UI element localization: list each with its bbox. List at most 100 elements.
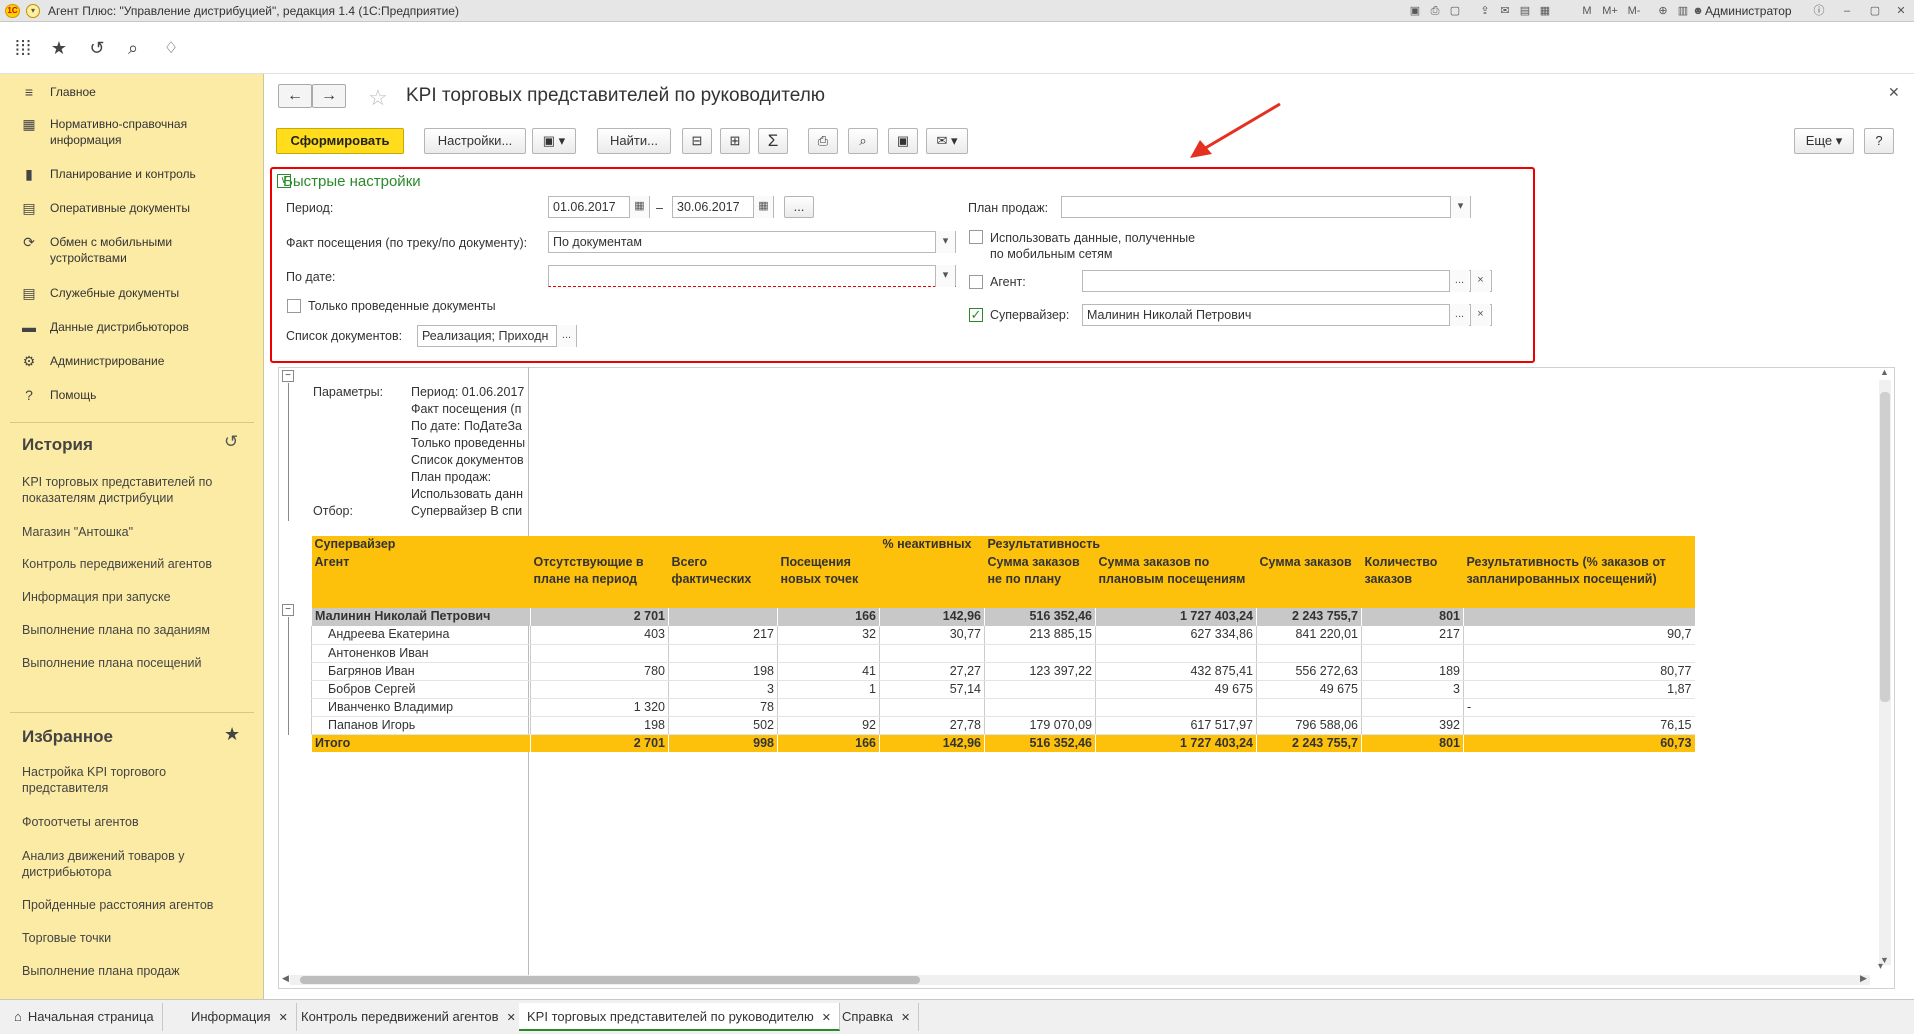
- memory-mplus-icon[interactable]: M+: [1600, 4, 1620, 18]
- forward-button[interactable]: →: [312, 84, 346, 108]
- chevron-down-icon[interactable]: ▾: [935, 265, 955, 287]
- collapse-icon[interactable]: ⊟: [682, 128, 712, 154]
- mail-icon[interactable]: ✉: [1498, 4, 1512, 18]
- history-link[interactable]: KPI торговых представителей по показател…: [22, 474, 242, 506]
- agent-select-button[interactable]: ...: [1449, 270, 1469, 292]
- tab-close-icon[interactable]: ✕: [901, 1012, 910, 1024]
- tab-close-icon[interactable]: ✕: [822, 1012, 831, 1024]
- search-icon[interactable]: ⌕: [120, 38, 146, 59]
- maximize-icon[interactable]: ▢: [1868, 4, 1882, 18]
- group-row[interactable]: Малинин Николай Петрович 2 701 166 142,96 51…: [311, 608, 1695, 626]
- generate-button[interactable]: Сформировать: [276, 128, 404, 154]
- visit-fact-select[interactable]: По документам: [548, 231, 956, 253]
- table-row[interactable]: Папанов Игорь 198 502 92 27,78 179 070,09 617 …: [311, 716, 1695, 735]
- app-logo-icon[interactable]: 1C: [5, 4, 20, 18]
- find-button[interactable]: Найти...: [597, 128, 671, 154]
- supervisor-input[interactable]: Малинин Николай Петрович: [1082, 304, 1492, 326]
- calendar-from-icon[interactable]: ▦: [629, 196, 649, 218]
- history-link[interactable]: Выполнение плана по заданиям: [22, 622, 242, 638]
- favorite-link[interactable]: Выполнение плана продаж: [22, 963, 242, 979]
- by-date-select[interactable]: [548, 265, 956, 287]
- minimize-icon[interactable]: –: [1840, 4, 1854, 18]
- user-name[interactable]: Администратор: [1705, 4, 1792, 18]
- variants-button[interactable]: ▣ ▾: [532, 128, 576, 154]
- calendar-to-icon[interactable]: ▦: [753, 196, 773, 218]
- favorite-link[interactable]: Пройденные расстояния агентов: [22, 897, 242, 913]
- zoom-icon[interactable]: ⊕: [1656, 4, 1670, 18]
- print-icon[interactable]: ⎙: [1428, 4, 1442, 18]
- tab-0[interactable]: ⌂ Начальная страница: [6, 1003, 163, 1031]
- favorites-star-icon[interactable]: ★: [224, 724, 240, 745]
- save-button-icon[interactable]: ▣: [888, 128, 918, 154]
- tab-1[interactable]: Информация ✕: [183, 1003, 297, 1031]
- preview-button-icon[interactable]: ⌕: [848, 128, 878, 154]
- scroll-left-icon[interactable]: ◀: [282, 973, 289, 984]
- only-posted-checkbox[interactable]: [287, 299, 301, 313]
- scroll-end-icon[interactable]: ▾: [1878, 961, 1883, 972]
- expand-icon[interactable]: ⊞: [720, 128, 750, 154]
- preview-icon[interactable]: ▢: [1448, 4, 1462, 18]
- agent-clear-icon[interactable]: ×: [1470, 270, 1490, 292]
- table-row[interactable]: Иванченко Владимир 1 320 78 -: [311, 698, 1695, 717]
- memory-mminus-icon[interactable]: M-: [1624, 4, 1644, 18]
- supervisor-checkbox[interactable]: ✓: [969, 308, 983, 322]
- supervisor-clear-icon[interactable]: ×: [1470, 304, 1490, 326]
- chevron-down-icon[interactable]: ▾: [1450, 196, 1470, 218]
- app-menu-dropdown-icon[interactable]: ▾: [26, 4, 40, 18]
- save-icon[interactable]: ▣: [1408, 4, 1422, 18]
- memory-m-icon[interactable]: M: [1580, 4, 1594, 18]
- agent-checkbox[interactable]: [969, 275, 983, 289]
- sum-icon[interactable]: Σ: [758, 128, 788, 154]
- panel-icon[interactable]: ▥: [1676, 4, 1690, 18]
- close-form-icon[interactable]: ✕: [1888, 84, 1900, 101]
- back-button[interactable]: ←: [278, 84, 312, 108]
- favorite-link[interactable]: Торговые точки: [22, 930, 242, 946]
- close-icon[interactable]: ✕: [1894, 4, 1908, 18]
- tab-4[interactable]: Справка ✕: [834, 1003, 920, 1031]
- sales-plan-select[interactable]: [1061, 196, 1471, 218]
- send-mail-icon[interactable]: ✉ ▾: [926, 128, 968, 154]
- mobile-data-checkbox[interactable]: [969, 230, 983, 244]
- favorite-link[interactable]: Фотоотчеты агентов: [22, 814, 242, 830]
- quick-settings-title[interactable]: Быстрые настройки: [283, 173, 421, 190]
- info-icon[interactable]: ⓘ: [1812, 4, 1826, 18]
- supervisor-select-button[interactable]: ...: [1449, 304, 1469, 326]
- print-button-icon[interactable]: ⎙: [808, 128, 838, 154]
- tab-2[interactable]: Контроль передвижений агентов ✕: [293, 1003, 525, 1031]
- more-button[interactable]: Еще ▾: [1794, 128, 1854, 154]
- favorite-link[interactable]: Анализ движений товаров у дистрибьютора: [22, 848, 242, 880]
- link-icon[interactable]: ⇪: [1478, 4, 1492, 18]
- settings-button[interactable]: Настройки...: [424, 128, 526, 154]
- horizontal-scroll-thumb[interactable]: [300, 976, 920, 984]
- tab-close-icon[interactable]: ✕: [507, 1012, 516, 1024]
- agent-input[interactable]: [1082, 270, 1492, 292]
- table-row[interactable]: Антоненков Иван: [311, 644, 1695, 663]
- help-button[interactable]: ?: [1864, 128, 1894, 154]
- scroll-right-icon[interactable]: ▶: [1860, 973, 1867, 984]
- table-row[interactable]: Багрянов Иван 780 198 41 27,27 123 397,22 432 …: [311, 662, 1695, 681]
- calc-icon[interactable]: ▤: [1518, 4, 1532, 18]
- favorite-link[interactable]: Настройка KPI торгового представителя: [22, 764, 242, 796]
- table-row[interactable]: Андреева Екатерина 403 217 32 30,77 213 885,1…: [311, 626, 1695, 645]
- chevron-down-icon[interactable]: ▾: [935, 231, 955, 253]
- tab-close-icon[interactable]: ✕: [279, 1012, 288, 1024]
- add-favorite-star-icon[interactable]: ☆: [368, 85, 388, 111]
- history-icon[interactable]: ↺: [84, 38, 110, 59]
- doc-list-select-button[interactable]: ...: [556, 325, 576, 347]
- history-clock-icon[interactable]: ↺: [224, 432, 238, 452]
- params-collapse-icon[interactable]: −: [282, 370, 294, 382]
- favorites-star-icon[interactable]: ★: [46, 38, 72, 59]
- scroll-up-icon[interactable]: ▲: [1880, 367, 1889, 377]
- calendar-icon[interactable]: ▦: [1538, 4, 1552, 18]
- period-select-button[interactable]: ...: [784, 196, 814, 218]
- total-row[interactable]: Итого 2 701 998 166 142,96 516 352,46 1 727 40…: [311, 734, 1695, 752]
- history-link[interactable]: Контроль передвижений агентов: [22, 556, 242, 572]
- history-link[interactable]: Информация при запуске: [22, 589, 242, 605]
- doc-list-input[interactable]: Реализация; Приходн: [417, 325, 577, 347]
- tab-3[interactable]: KPI торговых представителей по руководит…: [519, 1003, 840, 1031]
- group-collapse-icon[interactable]: −: [282, 604, 294, 616]
- table-row[interactable]: Бобров Сергей 3 1 57,14 49 675 49 675 3 1,87: [311, 680, 1695, 699]
- history-link[interactable]: Магазин "Антошка": [22, 524, 242, 540]
- vertical-scroll-thumb[interactable]: [1880, 392, 1890, 702]
- history-link[interactable]: Выполнение плана посещений: [22, 655, 242, 671]
